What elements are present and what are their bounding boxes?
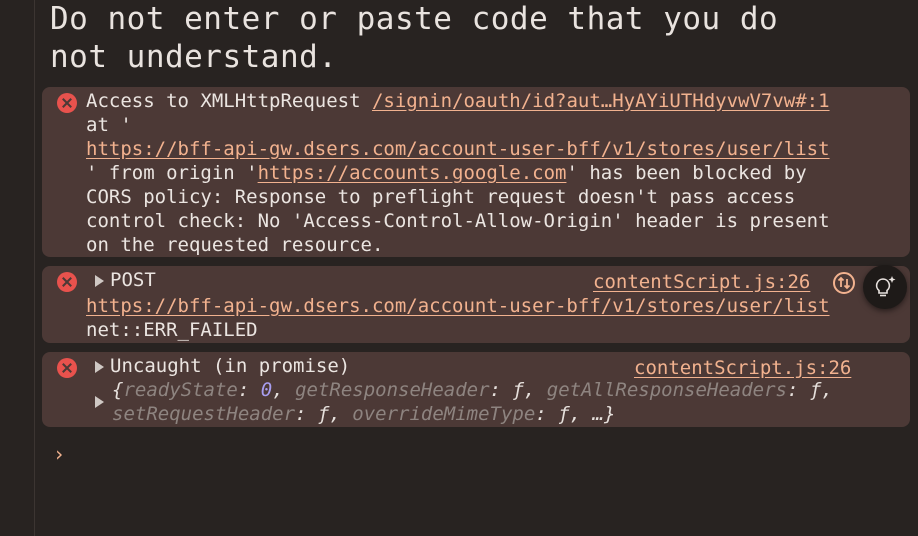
request-url-link[interactable]: https://bff-api-gw.dsers.com/account-use… bbox=[86, 295, 830, 317]
error-line-4: ' from origin 'https://accounts.google.c… bbox=[86, 162, 807, 184]
lightbulb-sparkle-icon bbox=[875, 276, 896, 297]
error-line-3: https://bff-api-gw.dsers.com/account-use… bbox=[86, 137, 830, 161]
console-error-post: POST contentScript.js:26 https://bff-api… bbox=[42, 266, 910, 343]
self-xss-warning: Do not enter or paste code that you do n… bbox=[50, 0, 778, 76]
error-icon bbox=[57, 93, 77, 113]
origin-link[interactable]: https://accounts.google.com bbox=[258, 162, 567, 184]
promise-label[interactable]: Uncaught (in promise) bbox=[110, 354, 350, 378]
console-error-cors: Access to XMLHttpRequest /signin/oauth/i… bbox=[42, 87, 910, 257]
post-source-link[interactable]: contentScript.js:26 bbox=[593, 270, 810, 294]
error-status: net::ERR_FAILED bbox=[86, 319, 258, 341]
blocked-url-link[interactable]: https://bff-api-gw.dsers.com/account-use… bbox=[86, 138, 830, 160]
error-source-link[interactable]: /signin/oauth/id?aut…HyAYiUTHdyvwV7vw#:1 bbox=[372, 90, 830, 112]
post-label[interactable]: POST bbox=[110, 268, 156, 292]
warning-line-1: Do not enter or paste code that you do bbox=[50, 1, 779, 37]
warning-line-2: not understand. bbox=[50, 39, 338, 75]
console-error-promise: Uncaught (in promise) contentScript.js:2… bbox=[42, 352, 910, 427]
error-line-5: CORS policy: Response to preflight reque… bbox=[86, 186, 796, 208]
expand-triangle-icon[interactable] bbox=[95, 275, 104, 287]
insights-button[interactable] bbox=[863, 265, 907, 309]
error-icon bbox=[57, 272, 77, 292]
error-line-2: at ' bbox=[86, 114, 132, 136]
console-gutter bbox=[0, 0, 35, 536]
object-preview-line-2[interactable]: setRequestHeader: ƒ, overrideMimeType: ƒ… bbox=[112, 402, 615, 426]
error-icon bbox=[57, 358, 77, 378]
promise-source-link[interactable]: contentScript.js:26 bbox=[634, 356, 851, 380]
console-prompt-chevron-icon[interactable]: › bbox=[53, 444, 65, 464]
error-line-1: Access to XMLHttpRequest /signin/oauth/i… bbox=[86, 90, 830, 112]
object-preview-line-1[interactable]: {readyState: 0, getResponseHeader: ƒ, ge… bbox=[112, 378, 833, 402]
expand-triangle-icon[interactable] bbox=[95, 361, 104, 373]
sync-icon[interactable] bbox=[832, 271, 856, 295]
error-line-url: https://bff-api-gw.dsers.com/account-use… bbox=[86, 294, 830, 318]
expand-object-triangle-icon[interactable] bbox=[95, 396, 104, 408]
error-line-6: control check: No 'Access-Control-Allow-… bbox=[86, 210, 830, 232]
error-line-7: on the requested resource. bbox=[86, 234, 384, 256]
